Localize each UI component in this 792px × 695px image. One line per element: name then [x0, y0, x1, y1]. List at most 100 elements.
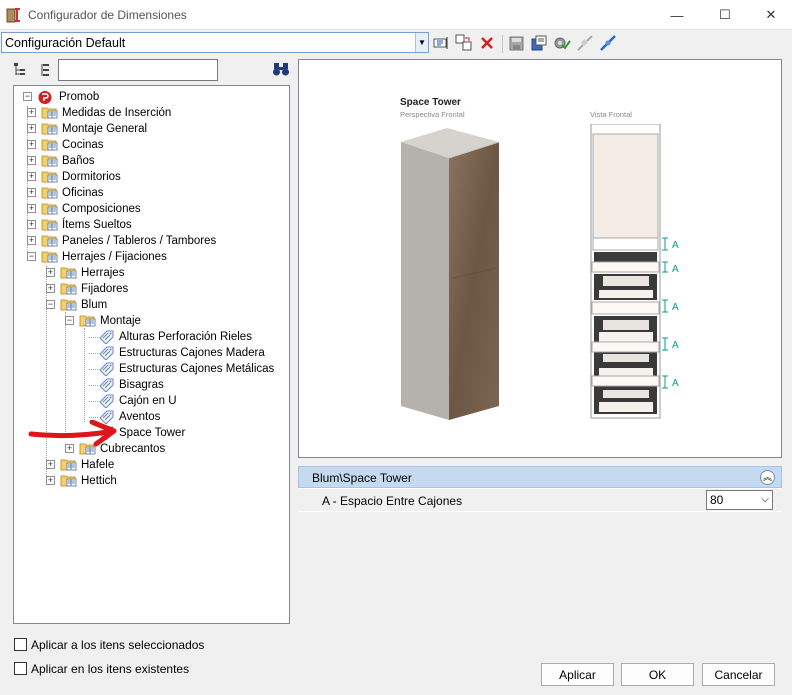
configuration-value: Configuración Default — [5, 36, 126, 50]
tree-guide — [89, 417, 98, 418]
minimize-button[interactable]: — — [654, 0, 700, 30]
toolbar-separator — [502, 35, 503, 53]
expand-icon[interactable]: + — [27, 172, 36, 181]
category-label: Blum\Space Tower — [312, 471, 412, 485]
expand-icon[interactable]: + — [27, 236, 36, 245]
tree-guide — [89, 369, 98, 370]
expand-icon[interactable]: + — [27, 108, 36, 117]
tag-icon — [98, 361, 115, 377]
tree-guide — [89, 385, 98, 386]
export-icon[interactable] — [530, 34, 548, 52]
tree-item-level1[interactable]: + Dormitorios — [14, 169, 284, 185]
tree-item-montaje-child[interactable]: Cajón en U — [14, 393, 284, 409]
tree-item-promob[interactable]: − Promob — [14, 89, 284, 105]
tree-item-montaje-child[interactable]: Bisagras — [14, 377, 284, 393]
tree-item-herrajes-child[interactable]: + Hafele — [14, 457, 284, 473]
tree-item-herrajes-child[interactable]: + Herrajes — [14, 265, 284, 281]
property-value-select[interactable]: 80 ⌵ — [706, 490, 773, 510]
cancel-button[interactable]: Cancelar — [702, 663, 775, 686]
rename-icon[interactable] — [432, 34, 450, 52]
folder-icon — [60, 282, 77, 295]
validate-icon[interactable] — [553, 34, 571, 52]
collapse-icon[interactable]: − — [65, 316, 74, 325]
tree-item-level1[interactable]: + Ítems Sueltos — [14, 217, 284, 233]
expand-icon[interactable]: + — [46, 268, 55, 277]
tree-item-herrajes-child[interactable]: + Fijadores — [14, 281, 284, 297]
expand-icon[interactable]: + — [46, 476, 55, 485]
tree-item-blum[interactable]: − Blum — [14, 297, 284, 313]
binoculars-icon[interactable] — [272, 61, 290, 77]
folder-icon — [60, 266, 77, 279]
chevron-down-icon[interactable]: ▼ — [415, 33, 428, 52]
apply-existing-label: Aplicar en los itens existentes — [31, 662, 190, 676]
tree-item-herrajes-child[interactable]: + Hettich — [14, 473, 284, 489]
folder-icon — [41, 154, 58, 167]
expand-icon[interactable]: + — [27, 220, 36, 229]
tree-label: Hafele — [81, 459, 115, 471]
folder-icon — [60, 458, 77, 471]
property-value: 80 — [710, 493, 724, 507]
app-icon — [6, 8, 20, 23]
list-icon[interactable] — [37, 62, 53, 78]
connect-icon[interactable] — [599, 34, 617, 52]
apply-selected-checkbox[interactable] — [14, 638, 27, 651]
folder-icon — [60, 474, 77, 487]
tree-item-montaje-child[interactable]: Estructuras Cajones Madera — [14, 345, 284, 361]
folder-icon — [41, 218, 58, 231]
configuration-select[interactable]: Configuración Default ▼ — [1, 32, 429, 53]
tree-item-level1[interactable]: + Baños — [14, 153, 284, 169]
expand-icon[interactable]: + — [27, 156, 36, 165]
tree-label: Estructuras Cajones Madera — [119, 347, 265, 359]
expand-icon[interactable]: + — [46, 284, 55, 293]
ok-button[interactable]: OK — [621, 663, 694, 686]
tree-item-level1[interactable]: + Paneles / Tableros / Tambores — [14, 233, 284, 249]
property-category-header[interactable]: Blum\Space Tower ︽ — [298, 466, 782, 488]
tree-item-montaje[interactable]: − Montaje — [14, 313, 284, 329]
tree-label: Herrajes / Fijaciones — [62, 251, 167, 263]
tree-item-montaje-child[interactable]: Alturas Perforación Rieles — [14, 329, 284, 345]
expand-icon[interactable]: + — [27, 140, 36, 149]
tree-label: Cajón en U — [119, 395, 177, 407]
expand-icon[interactable]: + — [27, 124, 36, 133]
expand-icon[interactable]: + — [46, 460, 55, 469]
collapse-icon[interactable]: − — [27, 252, 36, 261]
collapse-icon[interactable]: − — [23, 92, 32, 101]
tree-structure-icon[interactable] — [13, 62, 29, 78]
preview-panel: Space Tower Perspectiva Frontal Vista Fr… — [298, 59, 782, 458]
tree-label: Paneles / Tableros / Tambores — [62, 235, 217, 247]
tag-icon — [98, 345, 115, 361]
expand-icon[interactable]: + — [27, 204, 36, 213]
collapse-icon[interactable]: − — [46, 300, 55, 309]
copy-icon[interactable] — [455, 34, 473, 52]
tree-item-level1[interactable]: + Medidas de Inserción — [14, 105, 284, 121]
maximize-button[interactable]: ☐ — [702, 0, 748, 30]
tree-item-level1[interactable]: + Montaje General — [14, 121, 284, 137]
delete-icon[interactable] — [478, 34, 496, 52]
tree-label: Montaje — [100, 315, 141, 327]
tree-item-level1[interactable]: + Composiciones — [14, 201, 284, 217]
filter-input[interactable] — [58, 59, 218, 81]
tree-label: Blum — [81, 299, 108, 311]
expand-icon[interactable]: + — [27, 188, 36, 197]
tree-label: Medidas de Inserción — [62, 107, 172, 119]
minimize-icon: — — [670, 7, 684, 23]
tree-item-montaje-child[interactable]: Estructuras Cajones Metálicas — [14, 361, 284, 377]
collapse-up-icon[interactable]: ︽ — [760, 470, 775, 485]
tree-item-level1[interactable]: + Oficinas — [14, 185, 284, 201]
close-button[interactable]: ✕ — [748, 0, 792, 30]
tree-label: Fijadores — [81, 283, 129, 295]
tree-view[interactable]: − Promob + Medidas de Inserción + Montaje G… — [13, 85, 290, 624]
disconnect-icon[interactable] — [576, 34, 594, 52]
property-grid: Blum\Space Tower ︽ A - Espacio Entre Caj… — [298, 466, 782, 512]
save-icon[interactable] — [507, 34, 525, 52]
apply-existing-checkbox[interactable] — [14, 662, 27, 675]
tree-guide — [89, 401, 98, 402]
folder-icon — [41, 202, 58, 215]
tree-label: Alturas Perforación Rieles — [119, 331, 252, 343]
apply-button[interactable]: Aplicar — [541, 663, 614, 686]
tree-item-level1[interactable]: + Cocinas — [14, 137, 284, 153]
tag-icon — [98, 393, 115, 409]
tree-item-level1[interactable]: − Herrajes / Fijaciones — [14, 249, 284, 265]
dimension-label: A — [672, 264, 679, 275]
property-row[interactable]: A - Espacio Entre Cajones 80 ⌵ — [298, 489, 782, 511]
